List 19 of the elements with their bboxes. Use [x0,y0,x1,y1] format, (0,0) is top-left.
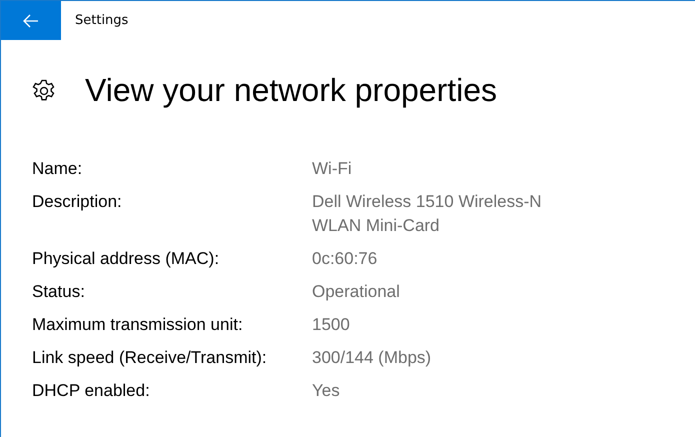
property-value: 0c:60:76 [312,248,378,270]
property-value: 1500 [312,314,351,336]
settings-icon [32,78,56,102]
property-label: Description: [32,191,123,213]
property-label: Maximum transmission unit: [32,314,244,336]
window-title: Settings [75,13,128,28]
property-label: DHCP enabled: [32,380,151,402]
property-value: Operational [312,281,401,303]
property-label: Link speed (Receive/Transmit): [32,347,268,369]
property-value: Wi-Fi [312,158,353,180]
property-label: Physical address (MAC): [32,248,220,270]
property-label: Status: [32,281,86,303]
property-label: Name: [32,158,84,180]
back-button[interactable] [1,1,61,40]
property-value: Dell Wireless 1510 Wireless-N WLAN Mini-Card [312,191,543,237]
page-heading: View your network properties [85,72,498,109]
property-value: 300/144 (Mbps) [312,347,432,369]
back-arrow-icon [23,14,39,28]
property-value: Yes [312,380,341,402]
